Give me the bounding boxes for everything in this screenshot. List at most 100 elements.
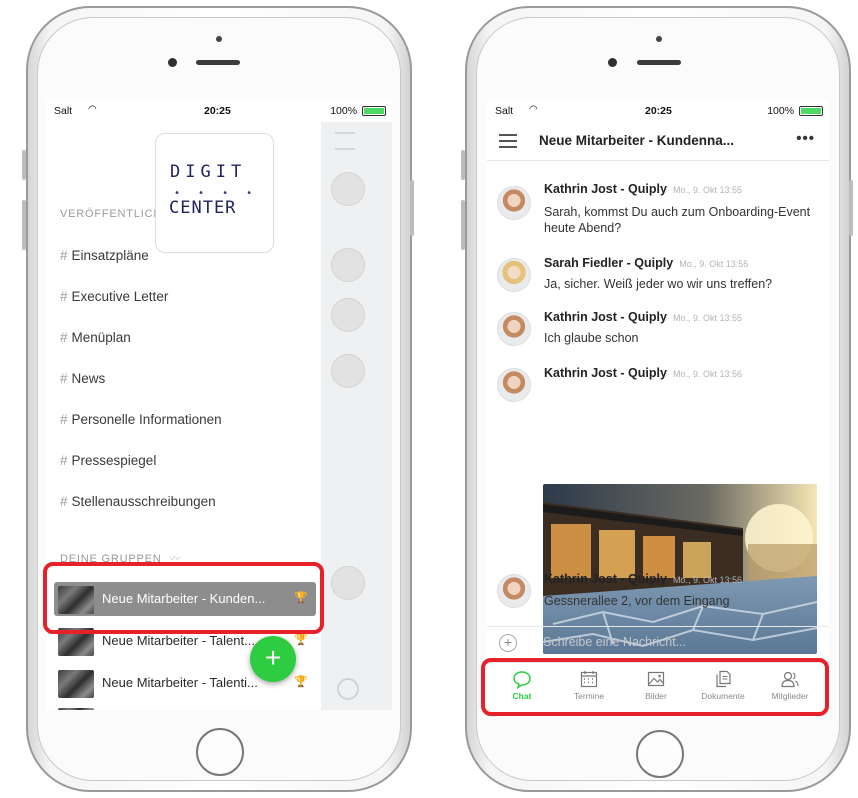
carrier-label: Salt	[54, 105, 73, 117]
add-button[interactable]: +	[250, 636, 296, 682]
avatar	[331, 248, 365, 282]
carrier-label: Salt	[495, 105, 514, 117]
message-author: Kathrin Jost - Quiply Mo., 9. Okt 13:56	[544, 572, 742, 586]
author-name: Kathrin Jost - Quiply	[544, 182, 667, 196]
group-thumbnail	[58, 670, 94, 698]
status-bar: Salt ◠ 20:25 100%	[46, 100, 392, 122]
chat-title: Neue Mitarbeiter - Kundenna...	[539, 133, 735, 148]
battery-label: 100%	[330, 105, 358, 117]
battery-indicator: 100%	[767, 105, 823, 117]
hash-icon: #	[60, 453, 68, 468]
battery-icon	[362, 106, 386, 117]
highlight-frame-tabbar	[481, 658, 829, 716]
message-composer: + Schreibe eine Nachricht...	[487, 626, 829, 659]
message-text: Gessnerallee 2, vor dem Eingang	[544, 594, 730, 608]
side-button	[849, 180, 853, 236]
channel-label: Executive Letter	[71, 289, 169, 304]
hash-icon: #	[60, 289, 68, 304]
proximity-sensor	[216, 36, 222, 42]
avatar	[497, 312, 531, 346]
channel-item[interactable]: # Einsatzpläne	[60, 248, 149, 263]
author-name: Kathrin Jost - Quiply	[544, 366, 667, 380]
hash-icon: #	[60, 412, 68, 427]
group-thumbnail	[58, 708, 94, 710]
more-options-icon[interactable]: •••	[796, 130, 815, 147]
status-bar: Salt ◠ 20:25 100%	[487, 100, 829, 122]
avatar	[497, 368, 531, 402]
message-time: Mo., 9. Okt 13:55	[672, 185, 742, 195]
channel-label: Menüplan	[71, 330, 131, 345]
message-time: Mo., 9. Okt 13:56	[672, 369, 742, 379]
highlight-frame-group	[43, 562, 324, 634]
avatar	[331, 172, 365, 206]
avatar	[331, 298, 365, 332]
side-button	[461, 150, 465, 180]
front-camera	[608, 58, 617, 67]
avatar	[497, 186, 531, 220]
channel-label: Stellenausschreibungen	[71, 494, 216, 509]
author-name: Kathrin Jost - Quiply	[544, 572, 667, 586]
status-time: 20:25	[645, 105, 672, 117]
group-label: Neue Mitarbeiter - Talent...	[102, 633, 255, 648]
channel-label: Pressespiegel	[71, 453, 157, 468]
battery-indicator: 100%	[330, 105, 386, 117]
message-author: Kathrin Jost - Quiply Mo., 9. Okt 13:55	[544, 182, 742, 196]
channel-item[interactable]: # Stellenausschreibungen	[60, 494, 216, 509]
avatar	[331, 566, 365, 600]
message-text: Sarah, kommst Du auch zum Onboarding-Eve…	[544, 205, 811, 235]
channel-item[interactable]: # Pressespiegel	[60, 453, 156, 468]
home-button[interactable]	[196, 728, 244, 776]
chat-header: Neue Mitarbeiter - Kundenna... •••	[487, 122, 829, 161]
channel-item[interactable]: # News	[60, 371, 105, 386]
channel-item[interactable]: # Personelle Informationen	[60, 412, 222, 427]
author-name: Kathrin Jost - Quiply	[544, 310, 667, 324]
message-input[interactable]: Schreibe eine Nachricht...	[543, 635, 686, 649]
avatar	[497, 574, 531, 608]
message-author: Kathrin Jost - Quiply Mo., 9. Okt 13:55	[544, 310, 742, 324]
status-time: 20:25	[204, 105, 231, 117]
avatar	[331, 354, 365, 388]
logo-text-bottom: CENTER	[169, 198, 237, 218]
chat-icon	[337, 678, 359, 700]
menu-icon[interactable]	[499, 134, 517, 148]
company-logo: DIGIT • • • • CENTER	[155, 133, 274, 253]
hash-icon: #	[60, 371, 68, 386]
earpiece-speaker	[196, 60, 240, 65]
message-text: Ja, sicher. Weiß jeder wo wir uns treffe…	[544, 277, 773, 291]
group-item-partial[interactable]	[54, 704, 316, 710]
message-time: Mo., 9. Okt 13:55	[672, 313, 742, 323]
message-time: Mo., 9. Okt 13:56	[672, 575, 742, 585]
group-label: Neue Mitarbeiter - Talenti...	[102, 675, 258, 690]
channel-label: News	[71, 371, 106, 386]
message-text: Ich glaube schon	[544, 331, 639, 345]
channel-label: Einsatzpläne	[71, 248, 149, 263]
channel-item[interactable]: # Menüplan	[60, 330, 131, 345]
wifi-icon: ◠	[88, 104, 97, 115]
message-author: Kathrin Jost - Quiply Mo., 9. Okt 13:56	[544, 366, 742, 380]
chat-preview-overlay[interactable]	[321, 122, 392, 710]
home-button[interactable]	[636, 730, 684, 778]
message-time: Mo., 9. Okt 13:55	[679, 259, 749, 269]
avatar	[497, 258, 531, 292]
hash-icon: #	[60, 248, 68, 263]
side-button	[410, 180, 414, 236]
battery-icon	[799, 106, 823, 117]
wifi-icon: ◠	[529, 104, 538, 115]
channel-label: Personelle Informationen	[71, 412, 222, 427]
side-button	[22, 150, 26, 180]
hash-icon: #	[60, 494, 68, 509]
author-name: Sarah Fiedler - Quiply	[544, 256, 674, 270]
proximity-sensor	[656, 36, 662, 42]
list-icon	[335, 132, 355, 150]
battery-label: 100%	[767, 105, 795, 117]
earpiece-speaker	[637, 60, 681, 65]
channel-item[interactable]: # Executive Letter	[60, 289, 168, 304]
side-button	[461, 200, 465, 250]
front-camera	[168, 58, 177, 67]
right-screen: Salt ◠ 20:25 100% Neue Mitarbeiter - Kun…	[487, 100, 829, 712]
hash-icon: #	[60, 330, 68, 345]
trophy-icon: 🏆	[294, 634, 308, 646]
message-author: Sarah Fiedler - Quiply Mo., 9. Okt 13:55	[544, 256, 748, 270]
trophy-icon: 🏆	[294, 676, 308, 688]
attach-plus-icon[interactable]: +	[499, 634, 517, 652]
